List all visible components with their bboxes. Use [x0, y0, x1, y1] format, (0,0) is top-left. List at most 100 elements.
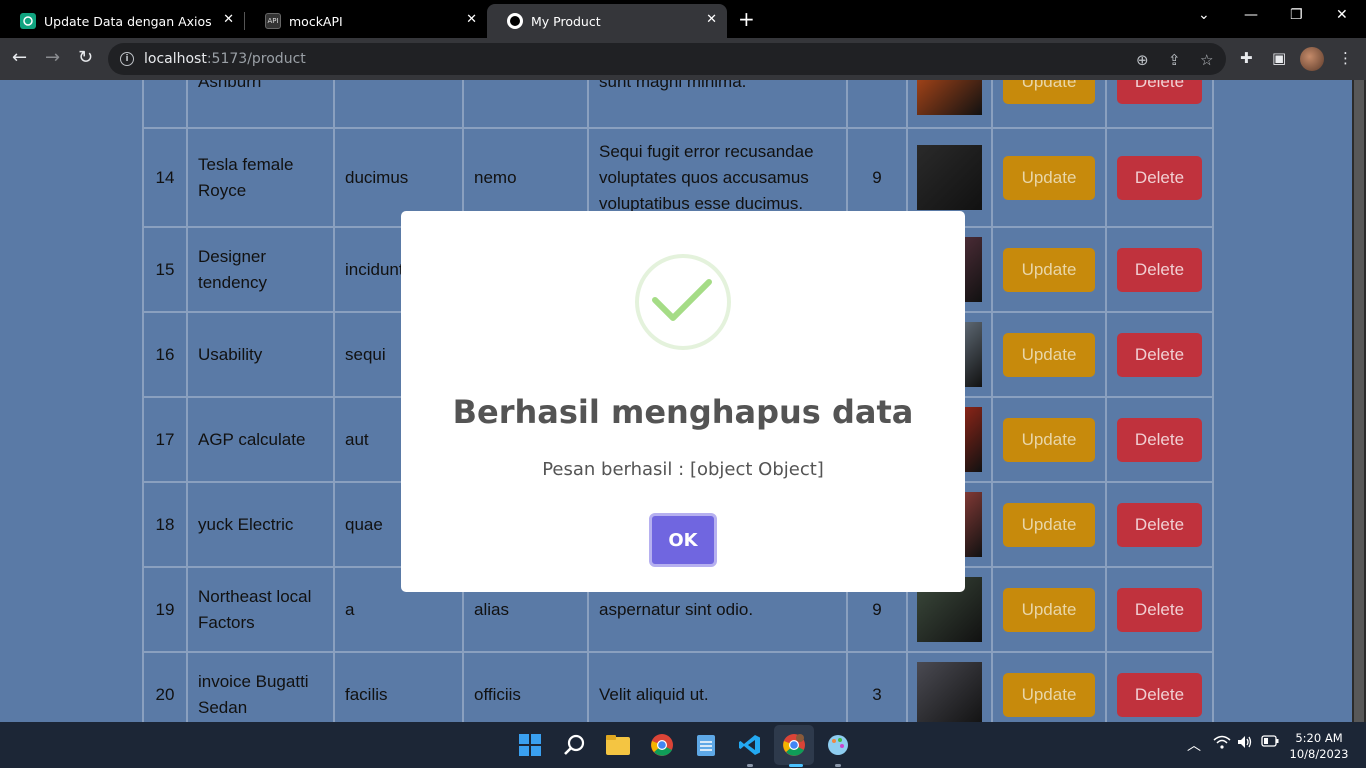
delete-button[interactable]: Delete: [1117, 672, 1202, 717]
row-number: 16: [142, 311, 188, 398]
delete-button[interactable]: Delete: [1117, 502, 1202, 547]
chatgpt-icon: [20, 13, 36, 29]
product-image: [917, 145, 982, 210]
file-explorer-icon[interactable]: [604, 731, 632, 759]
image-cell: [906, 80, 993, 129]
product-name: yuck Electric: [186, 481, 335, 568]
new-tab-button[interactable]: +: [738, 8, 755, 30]
back-arrow-icon[interactable]: ←: [12, 47, 27, 68]
forward-arrow-icon[interactable]: →: [45, 47, 60, 68]
product-name: Usability: [186, 311, 335, 398]
scrollbar-thumb[interactable]: [1354, 80, 1364, 722]
product-description: Velit aliquid ut.: [587, 651, 848, 722]
clock-time: 5:20 AM: [1295, 731, 1343, 745]
browser-toolbar: ← → ↻ i localhost:5173/product ⊕ ⇪ ☆ ✚ ▣…: [0, 38, 1366, 80]
success-dialog: Berhasil menghapus data Pesan berhasil :…: [401, 211, 965, 592]
tab-my-product[interactable]: My Product ✕: [487, 4, 727, 38]
tab-title: Update Data dengan Axios: [44, 13, 212, 29]
table-row: 20 invoice Bugatti Sedan facilis officiis Ve…: [142, 651, 1214, 722]
delete-button[interactable]: Delete: [1117, 80, 1202, 104]
product-quantity: [846, 80, 908, 129]
product-name: invoice Bugatti Sedan: [186, 651, 335, 722]
profile-avatar[interactable]: [1300, 47, 1324, 71]
product-image: [917, 662, 982, 722]
restore-button[interactable]: ❐: [1290, 7, 1303, 23]
battery-icon[interactable]: [1261, 735, 1279, 751]
windows-start-icon[interactable]: [516, 731, 544, 759]
product-attr-a: [333, 80, 464, 129]
browser-tab-strip: Update Data dengan Axios ✕ API mockAPI ✕…: [0, 0, 1366, 38]
running-indicator: [747, 764, 753, 767]
delete-cell: Delete: [1105, 127, 1214, 228]
delete-cell: Delete: [1105, 226, 1214, 313]
update-button[interactable]: Update: [1003, 247, 1095, 292]
image-cell: [906, 651, 993, 722]
wifi-icon[interactable]: [1213, 735, 1231, 753]
update-button[interactable]: Update: [1003, 502, 1095, 547]
clock-date: 10/8/2023: [1289, 747, 1349, 761]
show-hidden-icons[interactable]: ︿: [1187, 735, 1201, 755]
vscode-icon[interactable]: [736, 731, 764, 759]
update-cell: Update: [991, 481, 1107, 568]
ok-button[interactable]: OK: [649, 513, 717, 567]
update-button[interactable]: Update: [1003, 332, 1095, 377]
zoom-icon[interactable]: ⊕: [1136, 51, 1149, 69]
product-name: Northeast local Factors: [186, 566, 335, 653]
volume-icon[interactable]: [1237, 735, 1253, 753]
update-cell: Update: [991, 127, 1107, 228]
share-icon[interactable]: ⇪: [1168, 51, 1181, 69]
close-tab-icon[interactable]: ✕: [223, 12, 234, 27]
extensions-icon[interactable]: ✚: [1240, 49, 1253, 67]
update-cell: Update: [991, 566, 1107, 653]
tab-title: My Product: [531, 13, 601, 29]
reload-icon[interactable]: ↻: [78, 47, 93, 68]
update-cell: Update: [991, 396, 1107, 483]
close-tab-icon[interactable]: ✕: [466, 12, 477, 27]
close-window-button[interactable]: ✕: [1336, 7, 1348, 23]
mockapi-icon: API: [265, 13, 281, 29]
delete-button[interactable]: Delete: [1117, 417, 1202, 462]
delete-cell: Delete: [1105, 311, 1214, 398]
update-cell: Update: [991, 311, 1107, 398]
product-description: sunt magni minima.: [587, 80, 848, 129]
active-indicator: [789, 764, 803, 767]
row-number: 14: [142, 127, 188, 228]
delete-button[interactable]: Delete: [1117, 332, 1202, 377]
delete-cell: Delete: [1105, 481, 1214, 568]
delete-button[interactable]: Delete: [1117, 155, 1202, 200]
product-name: Ashburn: [186, 80, 335, 129]
update-button[interactable]: Update: [1003, 417, 1095, 462]
site-info-icon[interactable]: i: [120, 52, 134, 66]
close-tab-icon[interactable]: ✕: [706, 12, 717, 27]
row-number: 15: [142, 226, 188, 313]
row-number: 18: [142, 481, 188, 568]
product-attr-b: officiis: [462, 651, 589, 722]
side-panel-icon[interactable]: ▣: [1272, 49, 1286, 67]
search-icon[interactable]: [560, 731, 588, 759]
update-button[interactable]: Update: [1003, 155, 1095, 200]
update-button[interactable]: Update: [1003, 672, 1095, 717]
running-indicator: [835, 764, 841, 767]
delete-cell: Delete: [1105, 651, 1214, 722]
update-button[interactable]: Update: [1003, 587, 1095, 632]
chrome-icon[interactable]: [648, 731, 676, 759]
delete-button[interactable]: Delete: [1117, 587, 1202, 632]
tab-search-icon[interactable]: ⌄: [1198, 7, 1210, 23]
row-number: 20: [142, 651, 188, 722]
tab-mockapi[interactable]: API mockAPI ✕: [245, 4, 487, 38]
url-text: localhost:5173/product: [144, 51, 306, 67]
update-button[interactable]: Update: [1003, 80, 1095, 104]
address-bar[interactable]: i localhost:5173/product ⊕ ⇪ ☆: [108, 43, 1226, 75]
tab-update-data[interactable]: Update Data dengan Axios ✕: [0, 4, 244, 38]
system-clock[interactable]: 5:20 AM 10/8/2023: [1288, 730, 1350, 762]
chrome-profile-icon[interactable]: [780, 731, 808, 759]
menu-icon[interactable]: ⋮: [1338, 49, 1353, 67]
paint-icon[interactable]: [824, 731, 852, 759]
delete-button[interactable]: Delete: [1117, 247, 1202, 292]
minimize-button[interactable]: —: [1244, 7, 1258, 23]
dialog-title: Berhasil menghapus data: [452, 393, 914, 431]
update-cell: Update: [991, 226, 1107, 313]
bookmark-star-icon[interactable]: ☆: [1200, 51, 1213, 69]
product-name: Tesla female Royce: [186, 127, 335, 228]
notepad-icon[interactable]: [692, 731, 720, 759]
